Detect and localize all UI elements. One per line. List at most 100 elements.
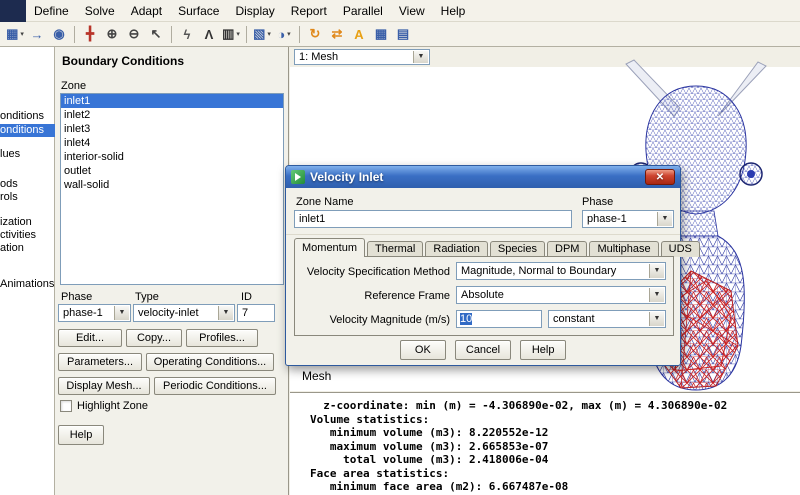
operating-conditions-button[interactable]: Operating Conditions... <box>146 353 274 371</box>
console-line: z-coordinate: min (m) = -4.306890e-02, m… <box>310 399 728 412</box>
tab-radiation[interactable]: Radiation <box>425 241 488 257</box>
sync-icon[interactable]: ⇄ <box>327 24 347 44</box>
zone-item-inlet4[interactable]: inlet4 <box>61 136 283 150</box>
toolbar-separator <box>74 25 75 43</box>
type-select[interactable]: velocity-inlet <box>133 304 235 322</box>
console-line: maximum volume (m3): 2.665853e-07 <box>310 439 549 453</box>
close-icon[interactable]: ✕ <box>645 169 675 185</box>
console-line: total volume (m3): 2.418006e-04 <box>310 453 549 466</box>
cancel-button[interactable]: Cancel <box>454 340 512 360</box>
annotate-icon[interactable]: A <box>349 24 369 44</box>
zone-item-inlet3[interactable]: inlet3 <box>61 122 283 136</box>
profile-icon[interactable]: Λ <box>199 24 219 44</box>
tree-item[interactable]: onditions <box>0 110 55 123</box>
reference-frame-label: Reference Frame <box>364 290 450 302</box>
lights-icon[interactable]: ◑ <box>274 24 294 44</box>
dialog-help-button[interactable]: Help <box>520 340 567 360</box>
dialog-phase-label: Phase <box>582 196 614 208</box>
highlight-zone-label: Highlight Zone <box>77 400 148 412</box>
zone-item-inlet2[interactable]: inlet2 <box>61 108 283 122</box>
help-button[interactable]: Help <box>58 425 104 445</box>
zoom-out-icon[interactable]: ⊖ <box>124 24 144 44</box>
menu-define[interactable]: Define <box>26 1 77 21</box>
window-icon <box>0 0 26 22</box>
zone-item-inlet1[interactable]: inlet1 <box>61 94 283 108</box>
pick-icon[interactable]: ↖ <box>146 24 166 44</box>
tree-item[interactable]: ation <box>0 242 55 255</box>
dialog-phase-select[interactable]: phase-1 <box>582 210 674 228</box>
zone-label: Zone <box>61 80 87 92</box>
console-line: minimum volume (m3): 8.220552e-12 <box>310 426 549 439</box>
console-line: minimum face area (m2): 6.667487e-08 <box>310 480 569 493</box>
zone-item-interior-solid[interactable]: interior-solid <box>61 150 283 164</box>
dialog-titlebar[interactable]: Velocity Inlet ✕ <box>286 166 680 188</box>
panel-title: Boundary Conditions <box>62 54 184 68</box>
selected-text: 10 <box>460 313 473 325</box>
boundary-conditions-panel: Boundary Conditions Zone inlet1 inlet2 i… <box>55 47 289 495</box>
tab-momentum[interactable]: Momentum <box>294 238 366 257</box>
periodic-conditions-button[interactable]: Periodic Conditions... <box>154 377 276 395</box>
zone-item-outlet[interactable]: outlet <box>61 164 283 178</box>
grid-icon[interactable]: ▦ <box>371 24 391 44</box>
tree-item[interactable]: ods <box>0 178 55 191</box>
ok-button[interactable]: OK <box>399 340 446 360</box>
navigation-tree: onditions onditions lues ods rols izatio… <box>0 47 55 495</box>
parameters-button[interactable]: Parameters... <box>58 353 142 371</box>
tree-item[interactable]: ization <box>0 216 55 229</box>
tree-item[interactable]: lues <box>0 148 55 161</box>
menu-solve[interactable]: Solve <box>77 1 123 21</box>
profiles-button[interactable]: Profiles... <box>186 329 258 347</box>
menu-adapt[interactable]: Adapt <box>123 1 170 21</box>
display-mesh-button[interactable]: Display Mesh... <box>58 377 150 395</box>
tab-thermal[interactable]: Thermal <box>367 241 424 257</box>
zone-item-wall-solid[interactable]: wall-solid <box>61 178 283 192</box>
zoom-in-icon[interactable]: ⊕ <box>102 24 122 44</box>
menu-report[interactable]: Report <box>283 1 335 21</box>
export-icon[interactable]: → <box>27 24 47 44</box>
tab-dpm[interactable]: DPM <box>547 241 588 257</box>
graphics-caption: Mesh <box>302 369 332 383</box>
velocity-spec-label: Velocity Specification Method <box>306 266 450 278</box>
scene-icon[interactable]: ▧ <box>252 24 272 44</box>
highlight-zone-checkbox[interactable] <box>60 400 72 412</box>
dialog-tabs: Momentum Thermal Radiation Species DPM M… <box>294 238 702 257</box>
menu-help[interactable]: Help <box>433 1 474 21</box>
menu-parallel[interactable]: Parallel <box>335 1 391 21</box>
refresh-icon[interactable]: ↻ <box>305 24 325 44</box>
view-selector[interactable]: 1: Mesh <box>294 49 430 65</box>
tree-item[interactable]: ctivities <box>0 229 55 242</box>
tab-species[interactable]: Species <box>489 241 545 257</box>
zone-name-label: Zone Name <box>296 196 354 208</box>
zone-name-input[interactable]: inlet1 <box>294 210 572 228</box>
edit-button[interactable]: Edit... <box>58 329 122 347</box>
tree-item[interactable]: rols <box>0 191 55 204</box>
zone-listbox[interactable]: inlet1 inlet2 inlet3 inlet4 interior-sol… <box>60 93 284 285</box>
snapshot-icon[interactable]: ◉ <box>49 24 69 44</box>
type-label: Type <box>135 291 159 303</box>
copy-button[interactable]: Copy... <box>126 329 182 347</box>
tab-uds[interactable]: UDS <box>660 241 700 257</box>
reference-frame-select[interactable]: Absolute <box>456 286 666 304</box>
menu-display[interactable]: Display <box>227 1 282 21</box>
toolbar-separator <box>299 25 300 43</box>
phase-select[interactable]: phase-1 <box>58 304 131 322</box>
divider <box>286 234 680 235</box>
pan-icon[interactable]: ╋ <box>80 24 100 44</box>
menubar: Define Solve Adapt Surface Display Repor… <box>0 0 800 22</box>
id-label: ID <box>241 291 252 303</box>
tab-multiphase[interactable]: Multiphase <box>589 241 659 257</box>
menu-view[interactable]: View <box>391 1 433 21</box>
toolbar: ▦ → ◉ ╋ ⊕ ⊖ ↖ ϟ Λ ▥ ▧ ◑ ↻ ⇄ A ▦ ▤ <box>0 22 800 47</box>
console-output[interactable]: z-coordinate: min (m) = -4.306890e-02, m… <box>290 392 800 495</box>
save-icon[interactable]: ▦ <box>5 24 25 44</box>
probe-icon[interactable]: ϟ <box>177 24 197 44</box>
ruler-icon[interactable]: ▥ <box>221 24 241 44</box>
tree-item[interactable]: Animations <box>0 278 55 291</box>
velocity-inlet-dialog: Velocity Inlet ✕ Zone Name inlet1 Phase … <box>285 165 700 366</box>
tree-item-boundary-conditions[interactable]: onditions <box>0 124 55 137</box>
layout-icon[interactable]: ▤ <box>393 24 413 44</box>
velocity-magnitude-input[interactable]: 10 <box>456 310 542 328</box>
menu-surface[interactable]: Surface <box>170 1 227 21</box>
velocity-spec-select[interactable]: Magnitude, Normal to Boundary <box>456 262 666 280</box>
velocity-profile-select[interactable]: constant <box>548 310 666 328</box>
